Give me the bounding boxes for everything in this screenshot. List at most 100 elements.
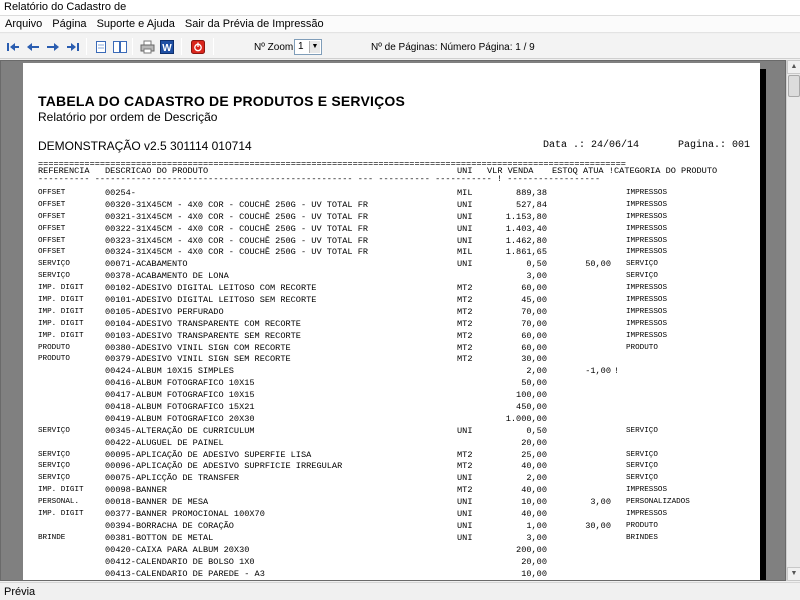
cell-uni: MT2 [457,330,473,341]
previous-page-icon [27,42,39,51]
cell-vlr-venda: 2,00 [526,473,547,484]
table-row: IMP. DIGIT 00102-ADESIVO DIGITAL LEITOSO … [38,282,758,294]
cell-referencia: IMP. DIGIT [38,510,84,519]
status-bar: Prévia [0,582,800,600]
single-page-button[interactable] [93,39,109,54]
cell-vlr-venda: 20,00 [521,437,547,448]
preview-area[interactable]: TABELA DO CADASTRO DE PRODUTOS E SERVIÇO… [0,60,786,581]
cell-uni: UNI [457,235,473,246]
cell-referencia: PRODUTO [38,343,70,352]
cell-uni: MT2 [457,306,473,317]
cell-vlr-venda: 0,50 [526,259,547,270]
report-date: Data .: 24/06/14 [543,140,640,151]
menu-pagina[interactable]: Página [47,16,91,32]
word-export-icon: W [160,39,174,54]
report-page-number: Pagina.: 001 [678,140,751,151]
cell-vlr-venda: 100,00 [516,390,547,401]
cell-descricao: 00394-BORRACHA DE CORAÇÃO [105,520,234,531]
cell-uni: MT2 [457,449,473,460]
cell-uni: MIL [457,188,473,198]
cell-categoria: PERSONALIZADOS [626,498,690,507]
table-row: OFFSET 00322-31X45CM - 4X0 COR - COUCHÊ 2… [38,223,758,235]
table-row: SERVIÇO 00095-APLICAÇÃO DE ADESIVO SUPERF… [38,449,758,461]
cell-referencia: BRINDE [38,533,66,542]
menu-arquivo[interactable]: Arquivo [0,16,47,32]
table-row: IMP. DIGIT 00105-ADESIVO PERFURADO MT2 70,0… [38,306,758,318]
cell-categoria: IMPRESSOS [626,224,668,233]
cell-uni: UNI [457,211,473,222]
cell-categoria: BRINDES [626,533,658,542]
cell-descricao: 00075-APLICÇÃO DE TRANSFER [105,473,240,484]
cell-descricao: 00345-ALTERAÇÃO DE CURRICULUM [105,425,255,436]
cell-estoque: 3,00 [590,497,611,508]
zoom-label: Nº Zoom [254,42,294,53]
cell-estoque: 50,00 [585,259,611,270]
cell-referencia: OFFSET [38,224,66,233]
cell-categoria: SERVIÇO [626,450,658,459]
two-pages-button[interactable] [112,39,128,54]
cell-categoria: SERVIÇO [626,272,658,281]
first-page-icon [7,42,19,51]
scroll-thumb[interactable] [788,75,800,97]
cell-referencia: IMP. DIGIT [38,319,84,328]
cell-referencia: IMP. DIGIT [38,307,84,316]
cell-vlr-venda: 60,00 [521,342,547,353]
report-page: TABELA DO CADASTRO DE PRODUTOS E SERVIÇO… [23,63,760,580]
vertical-scrollbar[interactable]: ▲ ▼ [786,60,800,581]
first-page-button[interactable] [5,39,21,54]
cell-uni: MT2 [457,295,473,306]
table-row: SERVIÇO 00378-ACABAMENTO DE LONA 3,00 SERVI… [38,270,758,282]
cell-referencia: OFFSET [38,189,66,197]
cell-categoria: IMPRESSOS [626,486,668,495]
cell-descricao: 00420-CAIXA PARA ALBUM 20X30 [105,544,250,555]
cell-descricao: 00418-ALBUM FOTOGRAFICO 15X21 [105,402,255,413]
table-row: OFFSET 00254- MIL 889,38 IMPRESSOS [38,187,758,199]
cell-uni: UNI [457,223,473,234]
print-button[interactable] [139,39,155,54]
word-export-button[interactable]: W [159,39,175,54]
table-row: IMP. DIGIT 00103-ADESIVO TRANSPARENTE SEM… [38,330,758,342]
cell-descricao: 00413-CALENDARIO DE PAREDE - A3 [105,568,265,579]
table-row: 00419-ALBUM FOTOGRAFICO 20X30 1.000,00 [38,413,758,425]
cell-descricao: 00018-BANNER DE MESA [105,497,209,508]
table-row: 00412-CALENDARIO DE BOLSO 1X0 20,00 [38,556,758,568]
cell-vlr-venda: 50,00 [521,378,547,389]
cell-categoria: IMPRESSOS [626,296,668,305]
cell-uni: MT2 [457,485,473,496]
scroll-down-icon[interactable]: ▼ [787,567,800,581]
cell-referencia: IMP. DIGIT [38,331,84,340]
cell-referencia: OFFSET [38,248,66,257]
cell-categoria: IMPRESSOS [626,319,668,328]
table-row: IMP. DIGIT 00098-BANNER MT2 40,00 IMPRESSOS [38,484,758,496]
scroll-up-icon[interactable]: ▲ [787,60,800,74]
cell-descricao: 00105-ADESIVO PERFURADO [105,306,224,317]
cell-referencia: IMP. DIGIT [38,486,84,495]
cell-vlr-venda: 60,00 [521,283,547,294]
cell-vlr-venda: 450,00 [516,402,547,413]
zoom-select[interactable]: 1 ▼ [294,39,322,55]
close-preview-button[interactable] [190,39,206,54]
cell-descricao: 00321-31X45CM - 4X0 COR - COUCHÊ 250G - … [105,211,369,222]
cell-categoria: SERVIÇO [626,474,658,483]
previous-page-button[interactable] [25,39,41,54]
menu-bar: Arquivo Página Suporte e Ajuda Sair da P… [0,16,800,33]
cell-vlr-venda: 1.153,80 [505,211,547,222]
cell-referencia: IMP. DIGIT [38,284,84,293]
cell-categoria: SERVIÇO [626,426,658,435]
menu-sair-previa[interactable]: Sair da Prévia de Impressão [180,16,329,32]
cell-descricao: 00422-ALUGUEL DE PAINEL [105,437,224,448]
single-page-icon [96,40,106,53]
cell-descricao: 00101-ADESIVO DIGITAL LEITOSO SEM RECORT… [105,295,317,306]
cell-uni: UNI [457,259,473,270]
next-page-icon [47,42,59,51]
table-row: 00394-BORRACHA DE CORAÇÃO UNI 1,00 30,00 PRO… [38,520,758,532]
cell-descricao: 00320-31X45CM - 4X0 COR - COUCHÊ 250G - … [105,199,369,210]
header-categoria: CATEGORIA DO PRODUTO [614,166,718,176]
cell-referencia: SERVIÇO [38,474,70,483]
cell-descricao: 00096-APLICAÇÃO DE ADESIVO SUPRFICIE IRR… [105,461,343,472]
next-page-button[interactable] [45,39,61,54]
cell-vlr-venda: 10,00 [521,568,547,579]
cell-descricao: 00377-BANNER PROMOCIONAL 100X70 [105,509,265,520]
menu-suporte[interactable]: Suporte e Ajuda [92,16,180,32]
last-page-button[interactable] [65,39,81,54]
